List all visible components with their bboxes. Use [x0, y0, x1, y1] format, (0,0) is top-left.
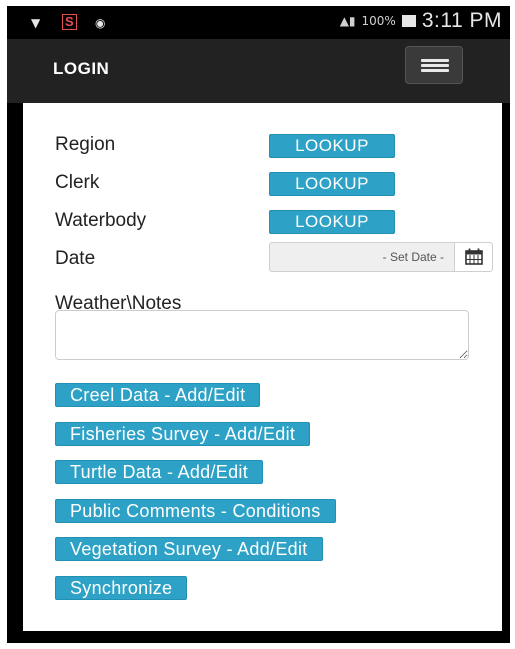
vegetation-survey-button[interactable]: Vegetation Survey - Add/Edit: [55, 537, 323, 561]
synchronize-button[interactable]: Synchronize: [55, 576, 188, 600]
page-title: LOGIN: [53, 59, 110, 78]
hamburger-icon: [421, 64, 449, 67]
network-icon: ▼: [31, 16, 41, 30]
calendar-button[interactable]: [454, 243, 492, 271]
creel-data-button[interactable]: Creel Data - Add/Edit: [55, 383, 261, 407]
main-content: Region LOOKUP Clerk LOOKUP Waterbody LOO…: [23, 103, 502, 631]
date-label: Date: [55, 248, 96, 269]
weather-notes-input[interactable]: [55, 310, 469, 360]
menu-button[interactable]: [405, 46, 463, 84]
wifi-icon: ◉: [95, 16, 106, 30]
hamburger-icon: [421, 69, 449, 72]
battery-percent: 100%: [361, 14, 396, 28]
waterbody-lookup-button[interactable]: LOOKUP: [269, 210, 395, 234]
date-field[interactable]: - Set Date -: [270, 243, 452, 271]
region-lookup-button[interactable]: LOOKUP: [269, 134, 395, 158]
status-bar: ▼ S ◉ ▲▮ 100% 3:11 PM: [7, 6, 510, 39]
status-right: ▲▮ 100% 3:11 PM: [340, 9, 502, 33]
clock: 3:11 PM: [421, 9, 502, 32]
navbar: LOGIN: [7, 39, 510, 103]
region-label: Region: [55, 134, 116, 155]
public-comments-button[interactable]: Public Comments - Conditions: [55, 499, 336, 523]
fisheries-survey-button[interactable]: Fisheries Survey - Add/Edit: [55, 422, 311, 446]
waterbody-label: Waterbody: [55, 210, 147, 231]
device-frame: ▼ S ◉ ▲▮ 100% 3:11 PM LOGIN Region LOOKU…: [7, 6, 510, 643]
signal-icon: ▲▮: [339, 14, 356, 28]
s-app-icon: S: [62, 14, 77, 30]
battery-icon: [401, 15, 416, 27]
calendar-icon: [465, 248, 483, 265]
clerk-label: Clerk: [55, 172, 100, 193]
clerk-lookup-button[interactable]: LOOKUP: [269, 172, 395, 196]
date-picker[interactable]: - Set Date -: [269, 242, 493, 272]
turtle-data-button[interactable]: Turtle Data - Add/Edit: [55, 460, 264, 484]
hamburger-icon: [421, 59, 449, 62]
